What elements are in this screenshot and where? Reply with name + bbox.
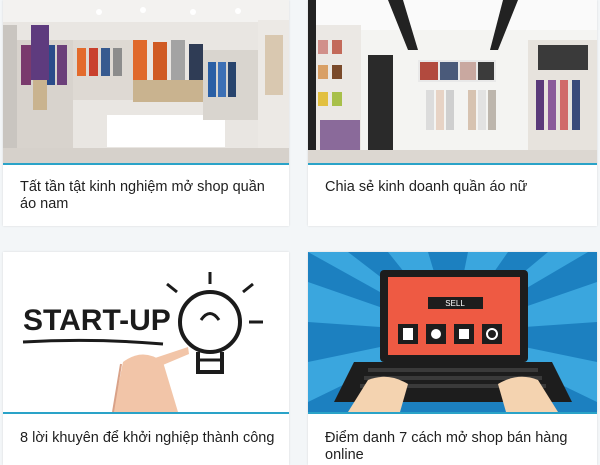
article-title-link[interactable]: 8 lời khuyên để khởi nghiệp thành công: [20, 430, 275, 447]
startup-text: START-UP: [23, 304, 171, 337]
article-card-4[interactable]: SELL Điểm danh 7 cách mở shop bán hàng o…: [308, 252, 597, 465]
startup-lightbulb-image[interactable]: START-UP: [3, 252, 289, 414]
article-card-1[interactable]: Tất tần tật kinh nghiệm mở shop quần áo …: [3, 0, 289, 226]
article-card-2[interactable]: Chia sẻ kinh doanh quần áo nữ: [308, 0, 597, 226]
womenswear-store-image[interactable]: [308, 0, 597, 165]
article-title-link[interactable]: Điểm danh 7 cách mở shop bán hàng online: [325, 430, 583, 464]
menswear-store-image[interactable]: [3, 0, 289, 165]
article-title-link[interactable]: Chia sẻ kinh doanh quần áo nữ: [325, 179, 583, 196]
article-title-link[interactable]: Tất tần tật kinh nghiệm mở shop quần áo …: [20, 179, 275, 213]
sell-label: SELL: [445, 299, 465, 308]
laptop-online-shop-image[interactable]: SELL: [308, 252, 597, 414]
article-card-3[interactable]: START-UP 8 lời khuyên để khởi nghiệp thà…: [3, 252, 289, 465]
